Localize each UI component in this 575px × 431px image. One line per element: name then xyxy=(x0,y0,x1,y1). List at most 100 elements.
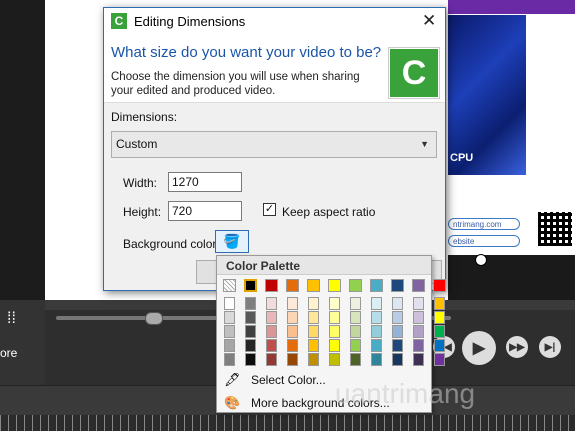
color-swatch[interactable] xyxy=(245,353,256,366)
color-swatch[interactable] xyxy=(350,297,361,310)
color-swatch[interactable] xyxy=(266,339,277,352)
color-swatch[interactable] xyxy=(329,311,340,324)
editing-dimensions-dialog: C Editing Dimensions ✕ What size do you … xyxy=(103,7,446,291)
color-swatch[interactable] xyxy=(413,297,424,310)
color-swatch[interactable] xyxy=(308,353,319,366)
dialog-titlebar: C Editing Dimensions ✕ xyxy=(104,8,445,35)
canvas-dark-area xyxy=(448,255,575,300)
color-swatch[interactable] xyxy=(371,311,382,324)
keep-aspect-checkbox[interactable]: ✓ xyxy=(263,203,276,216)
background-color-label: Background color: xyxy=(123,237,220,251)
color-swatch[interactable] xyxy=(350,311,361,324)
color-swatch[interactable] xyxy=(371,297,382,310)
fast-forward-icon[interactable]: ▶▶ xyxy=(506,336,528,358)
scrub-knob[interactable] xyxy=(145,312,163,325)
color-swatch[interactable] xyxy=(287,297,298,310)
color-swatch[interactable] xyxy=(329,297,340,310)
palette-icon: 🎨 xyxy=(224,395,241,410)
color-swatch[interactable] xyxy=(266,353,277,366)
color-swatch[interactable] xyxy=(224,353,235,366)
color-swatch[interactable] xyxy=(287,311,298,324)
color-swatch[interactable] xyxy=(308,297,319,310)
close-icon[interactable]: ✕ xyxy=(422,11,436,31)
color-swatch[interactable] xyxy=(434,311,445,324)
color-swatch[interactable] xyxy=(287,339,298,352)
color-swatch[interactable] xyxy=(434,325,445,338)
color-swatch[interactable] xyxy=(329,353,340,366)
color-swatch[interactable] xyxy=(413,339,424,352)
color-swatch-top[interactable] xyxy=(328,279,341,292)
color-swatch[interactable] xyxy=(224,325,235,338)
color-swatch[interactable] xyxy=(224,311,235,324)
color-swatch[interactable] xyxy=(266,311,277,324)
palette-title: Color Palette xyxy=(226,259,301,273)
color-swatch[interactable] xyxy=(308,339,319,352)
canvas-banner xyxy=(448,0,575,14)
color-swatch[interactable] xyxy=(245,339,256,352)
color-swatch[interactable] xyxy=(413,311,424,324)
color-swatch[interactable] xyxy=(392,311,403,324)
color-swatch[interactable] xyxy=(434,339,445,352)
width-input[interactable]: 1270 xyxy=(168,172,242,192)
color-swatch-top[interactable] xyxy=(307,279,320,292)
color-swatch[interactable] xyxy=(245,311,256,324)
cpu-label: CPU xyxy=(450,152,474,164)
color-swatch-top[interactable] xyxy=(244,279,257,292)
color-swatch[interactable] xyxy=(392,339,403,352)
color-swatch-top[interactable] xyxy=(412,279,425,292)
color-swatch[interactable] xyxy=(266,297,277,310)
color-swatch[interactable] xyxy=(224,297,235,310)
color-swatch-top[interactable] xyxy=(223,279,236,292)
cpu-image xyxy=(448,15,526,175)
color-swatch[interactable] xyxy=(266,325,277,338)
dimensions-select[interactable]: Custom ▼ xyxy=(111,131,437,158)
color-swatch[interactable] xyxy=(392,353,403,366)
color-swatch[interactable] xyxy=(350,339,361,352)
left-panel-top xyxy=(0,0,46,300)
select-color-item[interactable]: Select Color... xyxy=(251,373,326,387)
canvas-pill-website: ebsite xyxy=(448,235,520,247)
color-swatch[interactable] xyxy=(434,297,445,310)
color-swatch-top[interactable] xyxy=(433,279,446,292)
color-swatch[interactable] xyxy=(434,353,445,366)
color-swatch[interactable] xyxy=(329,325,340,338)
color-swatch[interactable] xyxy=(287,325,298,338)
color-swatch[interactable] xyxy=(245,325,256,338)
color-swatch[interactable] xyxy=(413,325,424,338)
play-icon[interactable]: ▶ xyxy=(462,331,496,365)
color-swatch-top[interactable] xyxy=(391,279,404,292)
color-swatch[interactable] xyxy=(350,325,361,338)
camtasia-logo-icon: C xyxy=(111,13,127,29)
dropdown-arrow-icon: ▼ xyxy=(420,139,429,149)
color-swatch[interactable] xyxy=(392,325,403,338)
camtasia-brand-icon: C xyxy=(389,48,439,98)
more-icon[interactable]: ⁞⁞ xyxy=(7,310,16,328)
ok-button[interactable] xyxy=(196,260,218,284)
color-swatch-top[interactable] xyxy=(370,279,383,292)
color-swatch[interactable] xyxy=(413,353,424,366)
keep-aspect-label: Keep aspect ratio xyxy=(282,205,376,219)
color-swatch[interactable] xyxy=(392,297,403,310)
dialog-header: What size do you want your video to be? … xyxy=(104,35,445,103)
background-color-button[interactable]: 🪣 xyxy=(215,230,249,253)
color-swatch[interactable] xyxy=(329,339,340,352)
eyedropper-icon: 🖋 xyxy=(224,372,241,387)
color-swatch[interactable] xyxy=(371,325,382,338)
color-swatch[interactable] xyxy=(308,325,319,338)
resize-handle[interactable] xyxy=(475,254,487,266)
color-swatch-top[interactable] xyxy=(349,279,362,292)
color-swatch-top[interactable] xyxy=(286,279,299,292)
dimensions-label: Dimensions: xyxy=(111,110,178,124)
color-swatch[interactable] xyxy=(245,297,256,310)
more-label[interactable]: ore xyxy=(0,346,17,360)
height-input[interactable]: 720 xyxy=(168,201,242,221)
color-swatch[interactable] xyxy=(308,311,319,324)
color-swatch[interactable] xyxy=(371,353,382,366)
color-swatch[interactable] xyxy=(371,339,382,352)
color-swatch[interactable] xyxy=(350,353,361,366)
color-swatch[interactable] xyxy=(287,353,298,366)
skip-end-icon[interactable]: ▶| xyxy=(539,336,561,358)
color-swatch[interactable] xyxy=(224,339,235,352)
color-swatch-top[interactable] xyxy=(265,279,278,292)
dimensions-value: Custom xyxy=(116,137,158,151)
